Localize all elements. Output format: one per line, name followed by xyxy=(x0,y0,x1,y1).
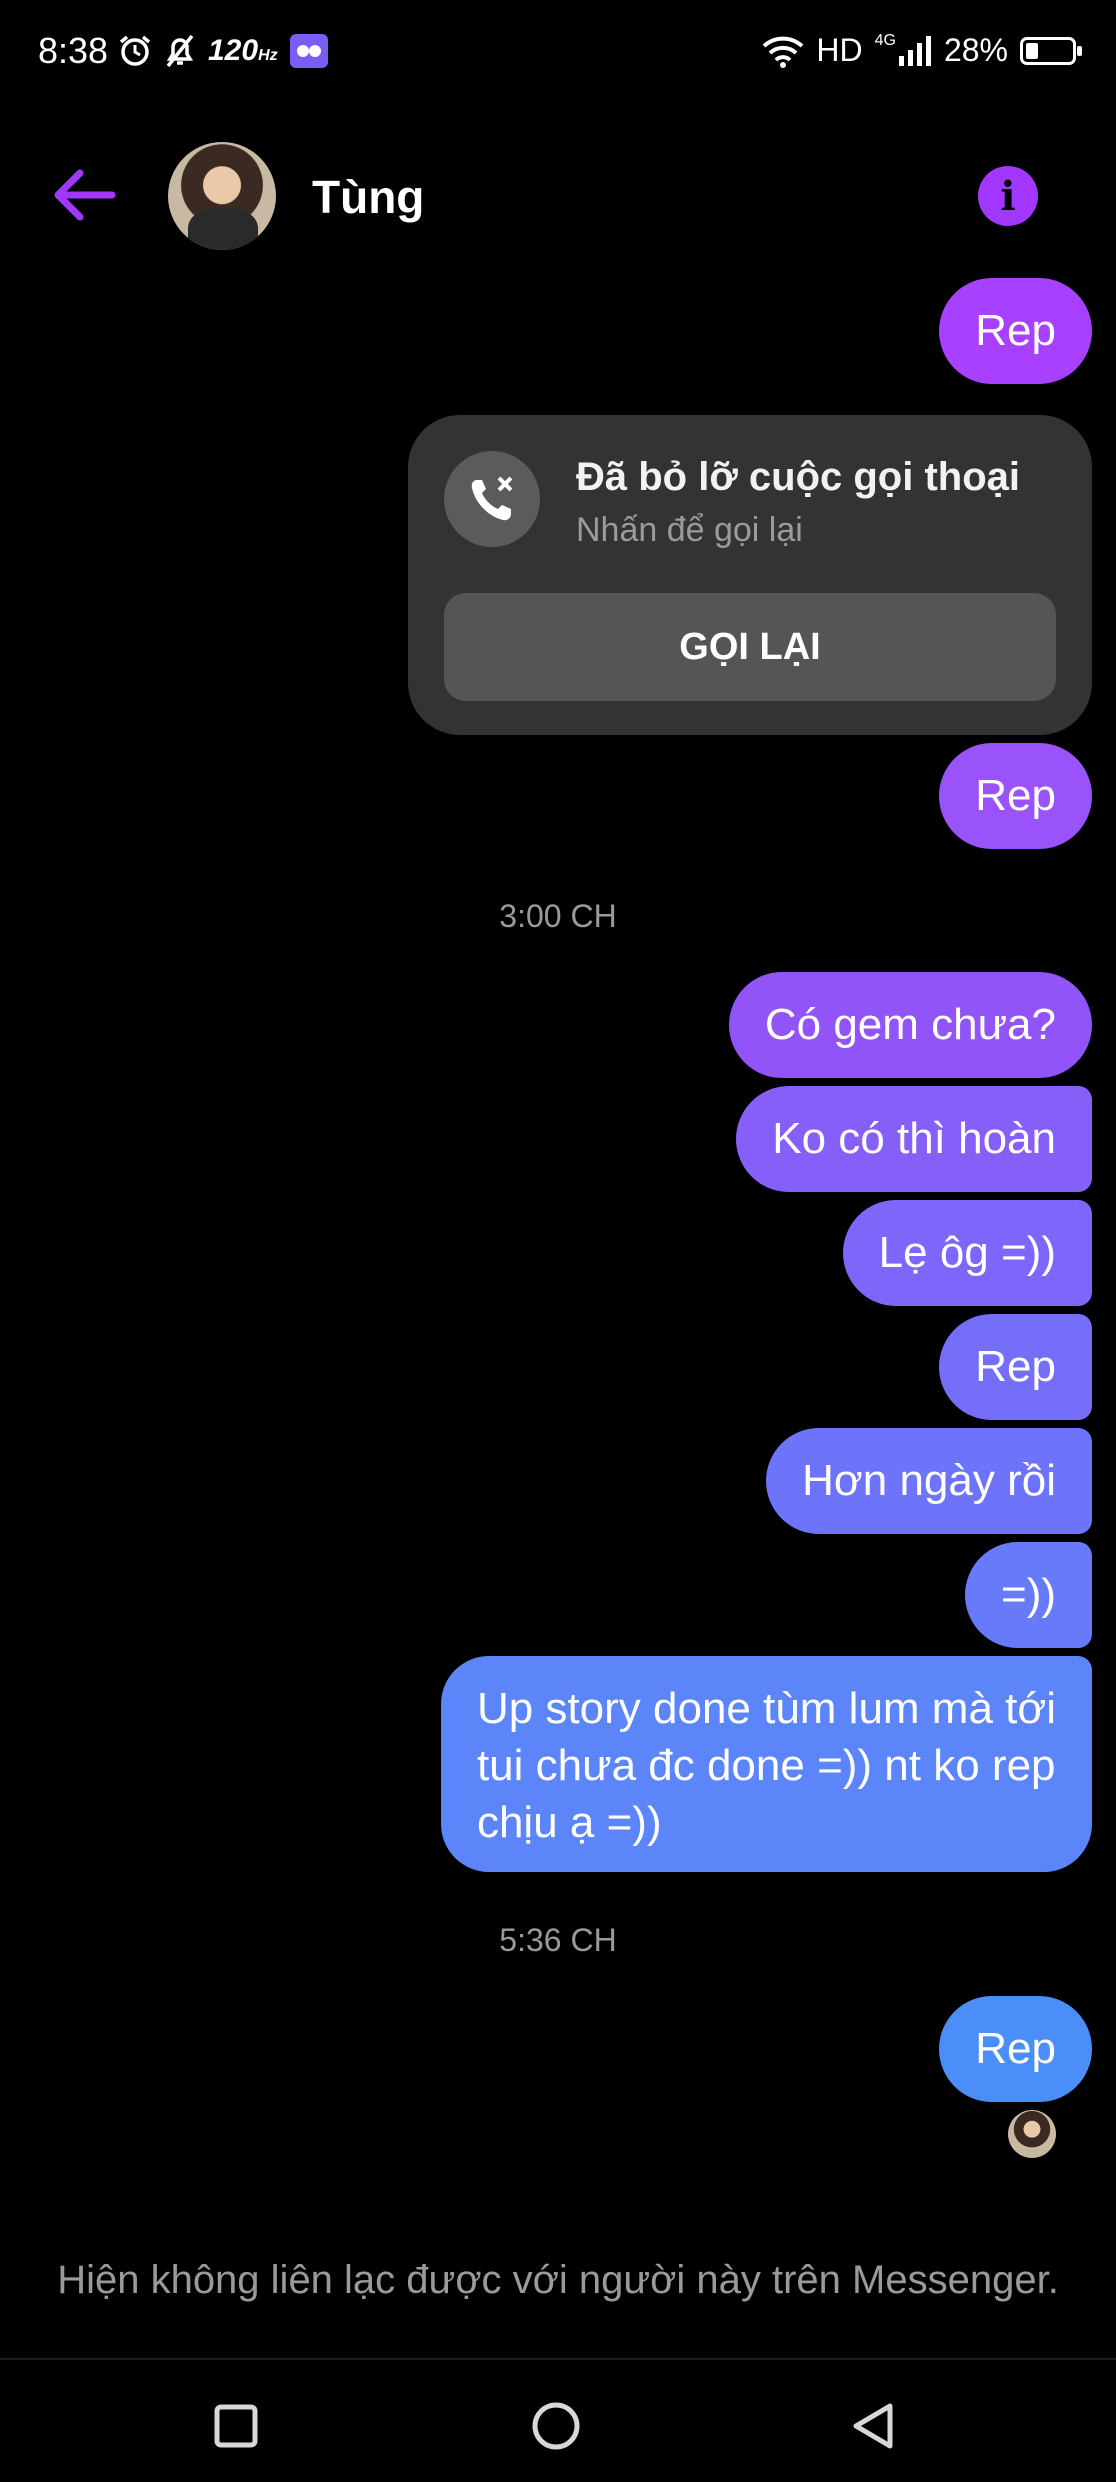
message-bubble[interactable]: Rep xyxy=(939,278,1092,384)
back-icon[interactable] xyxy=(848,2400,900,2452)
missed-call-title: Đã bỏ lỡ cuộc gọi thoại xyxy=(576,455,1021,499)
status-time: 8:38 xyxy=(38,30,109,71)
status-bar: 8:38 120Hz HD 4G 28% xyxy=(0,0,1116,110)
wifi-icon xyxy=(763,36,804,68)
network-type: 4G xyxy=(874,32,896,49)
alarm-icon xyxy=(119,35,151,66)
missed-call-card[interactable]: Đã bỏ lỡ cuộc gọi thoại Nhấn để gọi lại … xyxy=(408,415,1092,735)
timestamp: 3:00 CH xyxy=(499,898,617,934)
signal-icon xyxy=(898,35,931,66)
battery-fill xyxy=(1026,42,1039,59)
message-bubble[interactable]: Ko có thì hoàn xyxy=(736,1086,1092,1192)
battery-percent: 28% xyxy=(943,32,1008,68)
arrow-left-icon[interactable] xyxy=(50,165,120,225)
message-bubble[interactable]: Có gem chưa? xyxy=(728,972,1092,1078)
recent-apps-icon[interactable] xyxy=(210,2400,262,2452)
message-bubble[interactable]: Rep xyxy=(939,1996,1092,2102)
battery-icon xyxy=(1020,36,1082,65)
message-bubble[interactable]: Rep xyxy=(939,1314,1092,1420)
timestamp: 5:36 CH xyxy=(499,1922,617,1958)
call-back-button[interactable]: GỌI LẠI xyxy=(444,593,1056,701)
app-notification-icon xyxy=(289,34,328,68)
network-label: HD xyxy=(816,32,863,68)
unavailable-notice: Hiện không liên lạc được với người này t… xyxy=(57,2258,1059,2302)
message-bubble[interactable]: Rep xyxy=(939,743,1092,849)
message-bubble[interactable]: Up story done tùm lum mà tới tui chưa đc… xyxy=(440,1656,1092,1872)
message-bubble[interactable]: =)) xyxy=(965,1542,1092,1648)
avatar[interactable] xyxy=(168,142,276,250)
message-bubble[interactable]: Hơn ngày rồi xyxy=(766,1428,1092,1534)
home-icon[interactable] xyxy=(530,2400,582,2452)
refresh-rate: 120Hz xyxy=(208,34,278,67)
navigation-bar xyxy=(0,2358,1116,2482)
info-icon[interactable]: i xyxy=(978,166,1038,226)
read-receipt-avatar xyxy=(1008,2110,1056,2158)
missed-call-subtitle: Nhấn để gọi lại xyxy=(576,511,803,549)
contact-name[interactable]: Tùng xyxy=(312,170,424,224)
conversation-header: Tùng i xyxy=(0,130,1116,260)
missed-call-icon xyxy=(444,451,540,547)
bell-off-icon xyxy=(166,34,194,68)
message-bubble[interactable]: Lẹ ôg =)) xyxy=(842,1200,1092,1306)
